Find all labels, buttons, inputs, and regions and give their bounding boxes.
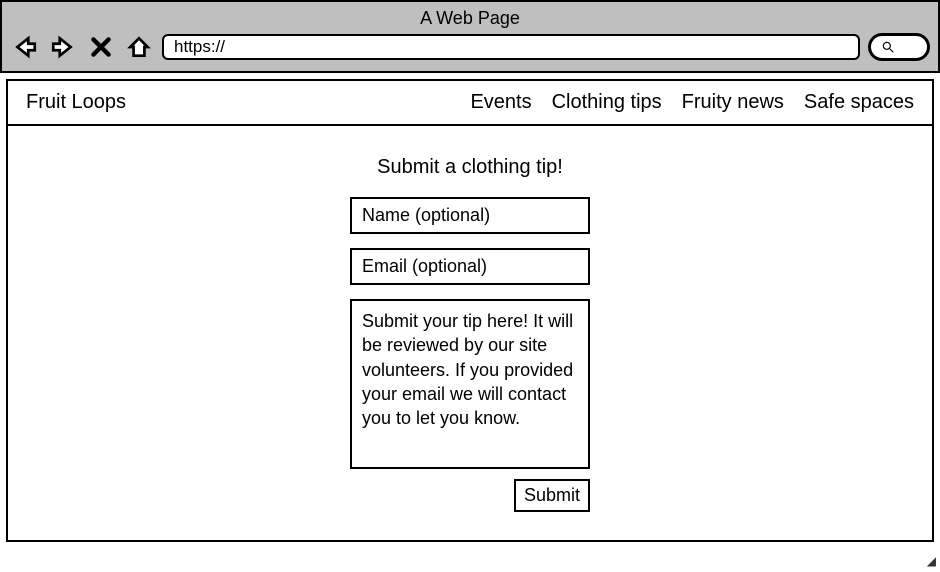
brand-title: Fruit Loops <box>26 91 450 114</box>
home-icon[interactable] <box>124 33 154 61</box>
submit-button[interactable]: Submit <box>514 479 590 512</box>
back-icon[interactable] <box>10 33 40 61</box>
browser-chrome: A Web Page <box>0 0 940 73</box>
resize-grip-icon[interactable]: ◢ <box>927 554 934 568</box>
nav-link-safe-spaces[interactable]: Safe spaces <box>804 91 914 114</box>
submit-row: Submit <box>350 479 590 512</box>
browser-title: A Web Page <box>10 6 930 33</box>
site-navbar: Fruit Loops Events Clothing tips Fruity … <box>6 79 934 126</box>
search-button[interactable] <box>868 33 930 61</box>
content: Submit a clothing tip! Submit <box>6 126 934 542</box>
nav-link-events[interactable]: Events <box>470 91 531 114</box>
nav-link-clothing-tips[interactable]: Clothing tips <box>552 91 662 114</box>
email-field[interactable] <box>350 248 590 285</box>
page-area: Fruit Loops Events Clothing tips Fruity … <box>0 73 940 548</box>
browser-toolbar <box>10 33 930 61</box>
name-field[interactable] <box>350 197 590 234</box>
forward-icon[interactable] <box>48 33 78 61</box>
address-bar[interactable] <box>162 34 860 60</box>
form-heading: Submit a clothing tip! <box>377 156 563 179</box>
close-icon[interactable] <box>86 33 116 61</box>
nav-link-fruity-news[interactable]: Fruity news <box>682 91 784 114</box>
tip-textarea[interactable] <box>350 299 590 469</box>
search-icon <box>881 40 895 54</box>
